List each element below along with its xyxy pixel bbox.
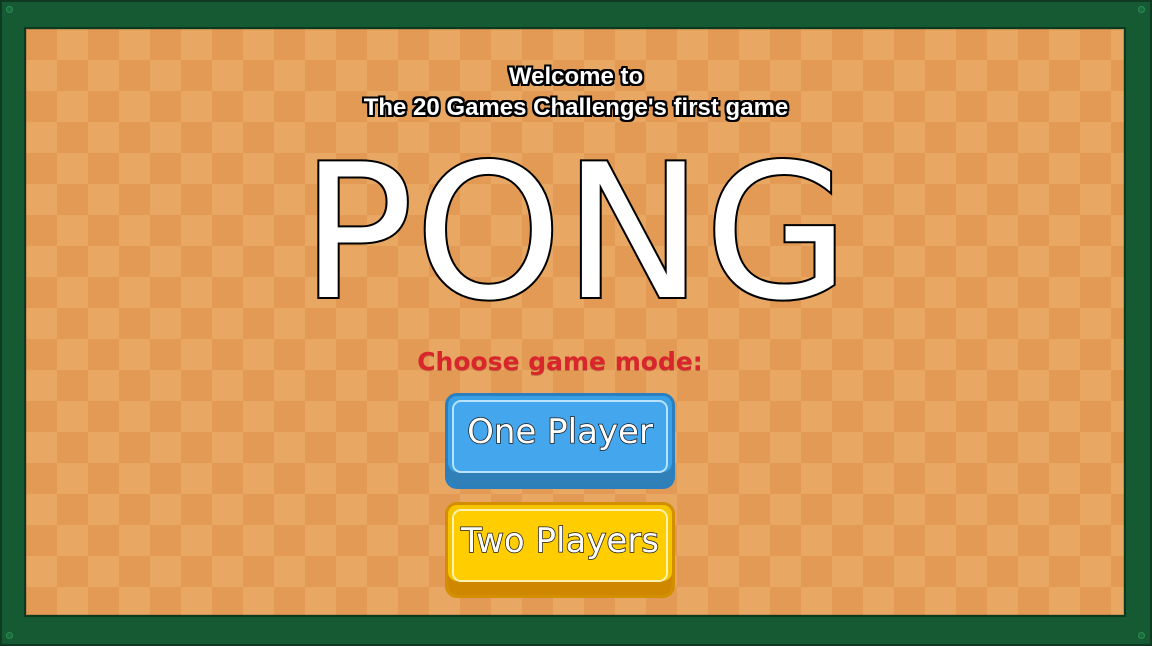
frame-rivet	[6, 632, 13, 639]
game-mode-prompt: Choose game mode:	[417, 347, 703, 376]
frame-rivet	[6, 6, 13, 13]
subtitle: The 20 Games Challenge's first game	[363, 94, 789, 121]
welcome-line: Welcome to	[508, 63, 644, 90]
two-players-button[interactable]: Two Players	[445, 502, 675, 598]
one-player-button[interactable]: One Player	[445, 393, 675, 489]
one-player-label: One Player	[466, 411, 653, 453]
two-players-label: Two Players	[460, 520, 660, 562]
frame-rivet	[1138, 632, 1145, 639]
frame-rivet	[1138, 6, 1145, 13]
game-title: PONG	[299, 124, 851, 341]
